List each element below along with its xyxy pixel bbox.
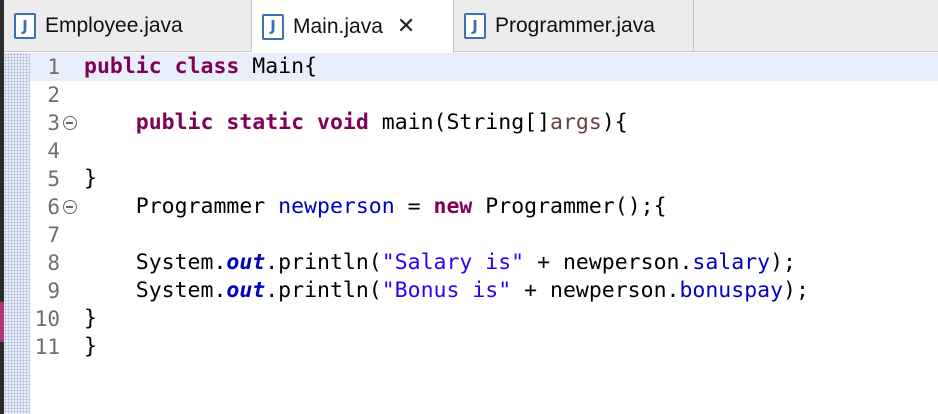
- line-number: 4: [47, 139, 60, 163]
- code-line-6: Programmer newperson = new Programmer();…: [135, 194, 667, 219]
- code-line-3: public static void main(String[]args){: [135, 110, 628, 135]
- line-number: 10: [34, 307, 60, 331]
- tab-label: Main.java: [293, 14, 383, 38]
- tab-label: Employee.java: [45, 14, 183, 37]
- line-number: 3: [47, 111, 60, 135]
- fold-collapse-icon[interactable]: [63, 200, 77, 214]
- editor-tab-bar: J Employee.java J Main.java ✕ J Programm…: [4, 0, 938, 53]
- code-line-11: }: [84, 334, 97, 359]
- close-icon[interactable]: ✕: [397, 15, 415, 38]
- code-line-5: }: [84, 166, 97, 191]
- code-line-10: }: [84, 306, 97, 331]
- line-number: 9: [47, 279, 60, 303]
- tab-programmer-java[interactable]: J Programmer.java: [454, 0, 694, 52]
- code-line-9: System.out.println("Bonus is" + newperso…: [135, 278, 809, 303]
- java-file-icon: J: [464, 13, 486, 39]
- line-number: 6: [47, 195, 60, 219]
- line-number: 8: [47, 251, 60, 275]
- line-number: 5: [47, 167, 60, 191]
- code-line-8: System.out.println("Salary is" + newpers…: [135, 250, 796, 275]
- overview-ruler: [4, 53, 30, 414]
- java-file-icon: J: [14, 13, 36, 39]
- fold-collapse-icon[interactable]: [63, 116, 77, 130]
- java-file-icon: J: [262, 13, 284, 40]
- tab-employee-java[interactable]: J Employee.java: [4, 0, 252, 52]
- line-number: 2: [47, 83, 60, 107]
- code-line-1: public class Main{: [84, 54, 318, 79]
- line-number: 7: [47, 223, 60, 247]
- tab-main-java[interactable]: J Main.java ✕: [252, 0, 454, 53]
- line-number: 11: [34, 335, 60, 359]
- code-editor[interactable]: 1 2 3 4 5 6 7 8 9 10 11 public class Mai…: [4, 53, 938, 414]
- tab-label: Programmer.java: [495, 14, 655, 37]
- line-number: 1: [47, 55, 60, 79]
